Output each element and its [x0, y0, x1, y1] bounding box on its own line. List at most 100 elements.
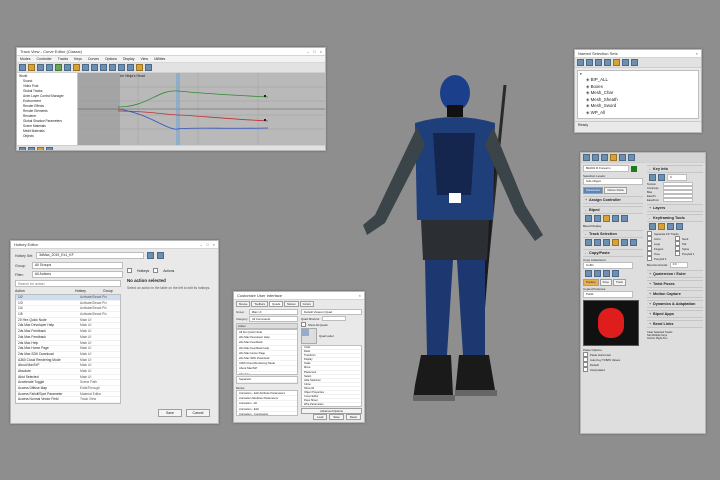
quaternion-euler-rollout[interactable]: Quaternion / Euler [647, 269, 703, 278]
tab-colors[interactable]: Colors [299, 301, 314, 307]
separator-item[interactable]: Separator [237, 377, 297, 383]
select-by-name-icon[interactable] [622, 59, 629, 66]
curve-editor-graph[interactable]: Target Class: Rotation of the Ninja's He… [78, 73, 325, 145]
add-objects-icon[interactable] [595, 59, 602, 66]
bend-horizontal-field[interactable]: 0.0 [669, 262, 688, 268]
body-rotation-icon[interactable] [603, 239, 610, 246]
biped-display-label[interactable]: Biped Display [583, 224, 643, 228]
track-selection-rollout[interactable]: Track Selection [583, 230, 643, 238]
minimize-icon[interactable]: – [200, 242, 202, 247]
new-collection-icon[interactable] [603, 270, 610, 277]
figure-mode-icon[interactable] [585, 215, 592, 222]
named-set-item[interactable]: ◈ WP_All [578, 110, 698, 117]
tab-quads[interactable]: Quads [268, 301, 284, 307]
utilities-tab-icon[interactable] [628, 154, 635, 161]
snap-frames-icon[interactable] [145, 64, 152, 71]
load-collection-icon[interactable] [585, 270, 592, 277]
show-all-quads-checkbox[interactable] [301, 322, 306, 327]
cui-group-select[interactable]: Main UI [248, 309, 298, 315]
tab-menus[interactable]: Menus [284, 301, 299, 307]
zoom-icon[interactable] [19, 147, 26, 150]
highlight-selected-icon[interactable] [631, 59, 638, 66]
frame-icon[interactable] [37, 147, 44, 150]
menu-item-4[interactable]: Curves [88, 57, 99, 61]
collection-select[interactable]: Col01 [583, 262, 633, 269]
close-icon[interactable]: × [696, 51, 698, 56]
close-icon[interactable]: × [320, 49, 322, 54]
tab-toolbars[interactable]: Toolbars [251, 301, 268, 307]
close-icon[interactable]: × [213, 242, 215, 247]
hotkey-column-header[interactable]: Hotkey [75, 289, 97, 293]
slide-keys-icon[interactable] [37, 64, 44, 71]
lock-cog-icon[interactable] [612, 239, 619, 246]
layers-rollout[interactable]: Layers [647, 204, 703, 212]
draw-curves-icon[interactable] [64, 64, 71, 71]
save-set-icon[interactable] [147, 252, 155, 259]
fk-track-checkbox[interactable] [647, 256, 652, 261]
anchor-right-arm-label[interactable]: Anchor Right Arm [647, 337, 703, 340]
ik-mode-icon[interactable] [649, 223, 656, 230]
menu-item-5[interactable]: Options [105, 57, 117, 61]
quad-select[interactable]: Default Viewport Quad [301, 309, 362, 315]
track-button[interactable]: Track [613, 279, 626, 286]
symmetrical-icon[interactable] [621, 239, 628, 246]
tangent-auto-icon[interactable] [82, 64, 89, 71]
fk-track-item[interactable]: Ponytail 1 [675, 251, 703, 256]
action-column-header[interactable]: Action [15, 289, 69, 293]
mirror-icon[interactable] [667, 223, 674, 230]
actions-checkbox[interactable] [153, 268, 159, 273]
list-item[interactable]: Absolute [237, 372, 297, 375]
hotkey-titlebar[interactable]: Hotkey Editor – □ × [11, 241, 218, 249]
quad-bl[interactable] [302, 336, 309, 343]
select-objects-icon[interactable] [613, 59, 620, 66]
search-input[interactable] [15, 280, 121, 287]
cui-titlebar[interactable]: Customize User Interface × [234, 292, 364, 300]
interpolated-radio[interactable] [583, 367, 588, 372]
zoom-region-icon[interactable] [46, 147, 53, 150]
tangent-step-icon[interactable] [118, 64, 125, 71]
menu-item-3[interactable]: Keys [74, 57, 82, 61]
menu-item-0[interactable]: Modes [20, 57, 31, 61]
load-button[interactable]: Load [313, 414, 328, 420]
hotkey-set-select[interactable]: 3dMax_2019_Ex1_KF [36, 252, 145, 259]
maximize-icon[interactable]: □ [206, 242, 208, 247]
motion-tab-icon[interactable] [610, 154, 617, 161]
menu-item-1[interactable]: Controller [37, 57, 52, 61]
copy-paste-rollout[interactable]: Copy/Paste [583, 249, 643, 257]
prev-key-icon[interactable] [649, 174, 656, 181]
display-tab-icon[interactable] [619, 154, 626, 161]
save-collection-icon[interactable] [594, 270, 601, 277]
save-button[interactable]: Save [158, 409, 182, 417]
maximize-icon[interactable]: □ [313, 49, 315, 54]
named-sel-titlebar[interactable]: Named Selection Sets × [575, 50, 701, 58]
body-vertical-icon[interactable] [594, 239, 601, 246]
mixer-mode-icon[interactable] [612, 215, 619, 222]
frame-field[interactable]: 0 [667, 174, 687, 181]
motion-capture-rollout[interactable]: Motion Capture [647, 289, 703, 298]
dynamics-adaptation-rollout[interactable]: Dynamics & Adaptation [647, 299, 703, 308]
quad-tr[interactable] [309, 329, 316, 336]
create-tab-icon[interactable] [583, 154, 590, 161]
reduce-keys-icon[interactable] [73, 64, 80, 71]
motion-flow-icon[interactable] [603, 215, 610, 222]
list-item[interactable]: Wire Parameters [302, 403, 361, 406]
tab-mouse[interactable]: Mouse [236, 301, 251, 307]
fk-track-checkbox[interactable] [675, 251, 680, 256]
list-item[interactable]: Animation - Constraints [237, 412, 297, 415]
tcb-field[interactable] [663, 197, 693, 203]
tangent-linear-icon[interactable] [127, 64, 134, 71]
pan-icon[interactable] [28, 147, 35, 150]
filter-select[interactable]: All Actions [31, 271, 123, 278]
add-keys-icon[interactable] [55, 64, 62, 71]
posture-preview[interactable] [583, 300, 639, 346]
scale-keys-icon[interactable] [46, 64, 53, 71]
assign-controller-rollout[interactable]: Assign Controller [583, 196, 643, 204]
hotkeys-checkbox[interactable] [127, 268, 132, 273]
modify-tab-icon[interactable] [592, 154, 599, 161]
import-set-icon[interactable] [157, 252, 165, 259]
minimize-icon[interactable]: – [307, 49, 309, 54]
cui-category-select[interactable]: All Commands [249, 316, 298, 322]
remove-set-icon[interactable] [586, 59, 593, 66]
quad-shortcut-field[interactable] [321, 316, 346, 321]
cui-save-button[interactable]: Save [329, 414, 344, 420]
